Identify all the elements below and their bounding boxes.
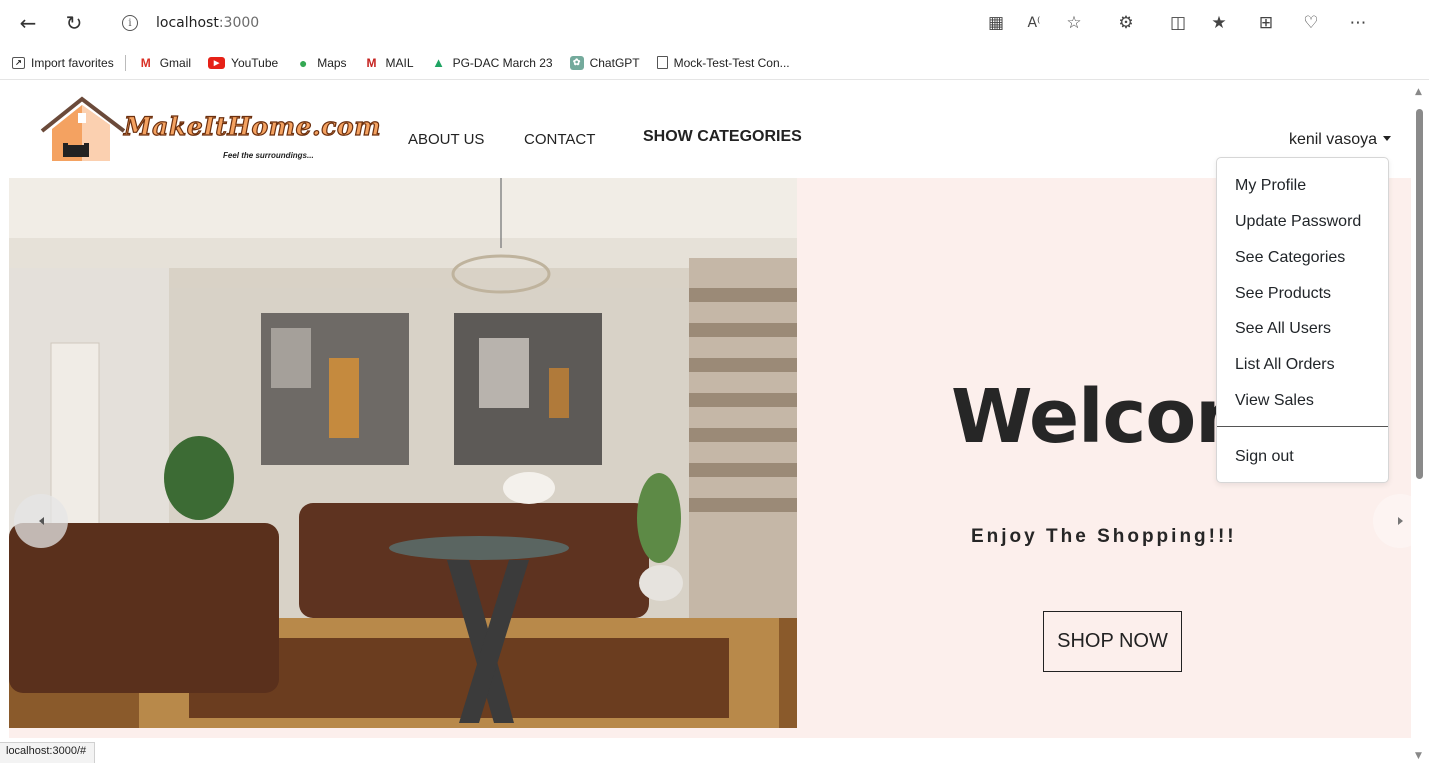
maps-icon: ● [298, 54, 308, 71]
bookmark-separator [124, 54, 126, 71]
menu-item-list-all-orders[interactable]: List All Orders [1235, 356, 1335, 374]
back-arrow-icon[interactable]: ← [14, 9, 42, 37]
refresh-icon[interactable]: ↻ [60, 9, 88, 37]
bookmark-label: ChatGPT [589, 55, 640, 70]
scroll-up-icon[interactable]: ▲ [1415, 87, 1422, 97]
site-navbar: MakeItHome.com Feel the surroundings... … [0, 81, 1411, 178]
user-name: kenil vasoya [1288, 131, 1377, 148]
page-icon [656, 56, 668, 69]
menu-item-see-products[interactable]: See Products [1235, 285, 1331, 303]
menu-item-update-password[interactable]: Update Password [1235, 213, 1361, 231]
bookmark-label: PG-DAC March 23 [452, 55, 553, 70]
bookmark-chatgpt[interactable]: ✿ ChatGPT [569, 55, 640, 70]
menu-item-see-categories[interactable]: See Categories [1235, 249, 1345, 267]
favorite-star-icon[interactable]: ☆ [1061, 10, 1087, 36]
page-scrollbar[interactable]: ▲ ▼ [1411, 81, 1429, 763]
menu-item-sign-out[interactable]: Sign out [1235, 448, 1294, 466]
bookmark-mock-test[interactable]: Mock-Test-Test Con... [656, 55, 790, 70]
app-grid-icon[interactable]: ▦ [983, 10, 1009, 36]
info-icon[interactable]: i [122, 15, 138, 31]
chevron-left-icon [38, 517, 44, 525]
extensions-icon[interactable]: ⚙ [1113, 10, 1139, 36]
browser-essentials-icon[interactable]: ♡ [1298, 10, 1324, 36]
bookmark-label: Mock-Test-Test Con... [673, 55, 790, 70]
more-menu-icon[interactable]: ⋯ [1345, 10, 1371, 36]
menu-divider [1217, 426, 1388, 427]
scroll-down-icon[interactable]: ▼ [1415, 751, 1422, 761]
menu-item-my-profile[interactable]: My Profile [1235, 177, 1306, 195]
url-port: :3000 [218, 15, 260, 31]
carousel-prev-button[interactable] [14, 494, 68, 548]
bookmark-label: Gmail [159, 55, 192, 70]
logo-text: MakeItHome.com [123, 111, 382, 141]
user-menu-toggle[interactable]: kenil vasoya [1289, 131, 1391, 149]
bookmark-label: Maps [317, 55, 347, 70]
import-icon: ↗ [12, 56, 25, 69]
nav-about-us[interactable]: ABOUT US [408, 131, 484, 148]
web-page: MakeItHome.com Feel the surroundings... … [0, 81, 1411, 763]
address-bar[interactable]: i localhost:3000 [122, 10, 259, 36]
read-aloud-icon[interactable]: A⁽ [1021, 10, 1047, 36]
bookmarks-bar: ↗ Import favorites M Gmail ▶ YouTube ● M… [0, 46, 1429, 80]
bookmark-gmail[interactable]: M Gmail [138, 56, 191, 70]
carousel-next-button[interactable] [1373, 494, 1411, 548]
hero-carousel: Welcome Enjoy The Shopping!!! SHOP NOW [9, 178, 1411, 738]
site-logo[interactable]: MakeItHome.com Feel the surroundings... [40, 95, 381, 167]
living-room-illustration [9, 178, 797, 728]
caret-down-icon [1383, 136, 1391, 141]
hero-subtitle: Enjoy The Shopping!!! [971, 526, 1237, 547]
bookmark-label: YouTube [231, 55, 279, 70]
living-room-image [9, 178, 797, 728]
nav-contact[interactable]: CONTACT [524, 131, 595, 148]
chatgpt-icon: ✿ [569, 55, 584, 70]
youtube-icon: ▶ [208, 56, 226, 69]
mail-icon: M [366, 55, 377, 70]
bookmark-mail[interactable]: M MAIL [364, 56, 414, 70]
bookmark-maps[interactable]: ● Maps [295, 54, 347, 71]
browser-toolbar: ← ↻ i localhost:3000 ▦ A⁽ ☆ ⚙ ◫ ★ ⊞ ♡ ⋯ [0, 0, 1429, 46]
nav-show-categories[interactable]: SHOW CATEGORIES [643, 128, 802, 146]
gmail-icon: M [140, 55, 151, 70]
logo-tagline: Feel the surroundings... [223, 151, 314, 160]
status-bar-url: localhost:3000/# [0, 742, 96, 763]
bookmark-label: Import favorites [31, 55, 114, 70]
bookmark-youtube[interactable]: ▶ YouTube [208, 56, 278, 70]
url-host: localhost [156, 15, 219, 31]
favorites-list-icon[interactable]: ★ [1206, 10, 1232, 36]
menu-item-view-sales[interactable]: View Sales [1235, 392, 1314, 410]
shop-now-button[interactable]: SHOP NOW [1043, 611, 1182, 672]
chevron-right-icon [1397, 517, 1403, 525]
user-dropdown-menu: My Profile Update Password See Categorie… [1216, 157, 1389, 483]
drive-icon: ▲ [432, 55, 445, 70]
bookmark-import-favorites[interactable]: ↗ Import favorites [12, 56, 114, 70]
scrollbar-thumb[interactable] [1416, 109, 1423, 479]
menu-item-see-all-users[interactable]: See All Users [1235, 320, 1331, 338]
bookmark-label: MAIL [385, 55, 414, 70]
bookmark-pg-dac[interactable]: ▲ PG-DAC March 23 [431, 55, 553, 70]
collections-icon[interactable]: ⊞ [1253, 10, 1279, 36]
split-screen-icon[interactable]: ◫ [1165, 10, 1191, 36]
